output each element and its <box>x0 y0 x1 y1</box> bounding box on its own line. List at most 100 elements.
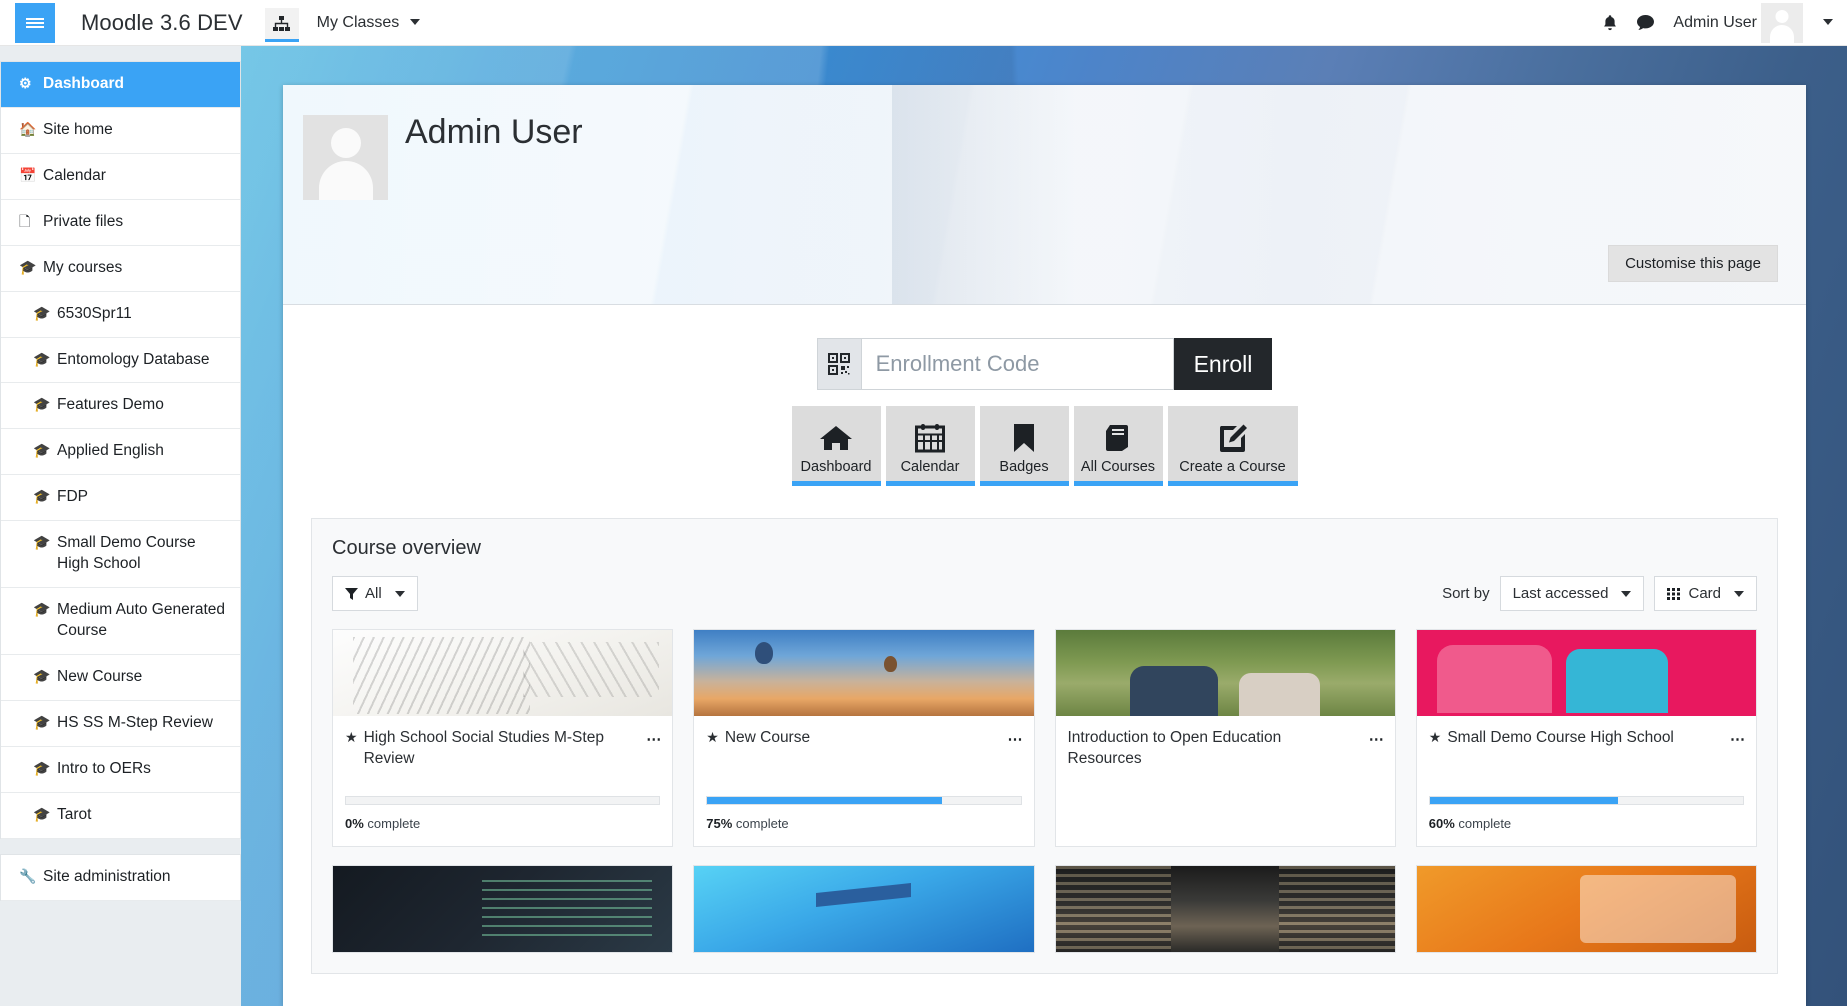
sidebar-course-features-demo[interactable]: 🎓 Features Demo <box>1 383 240 430</box>
site-brand[interactable]: Moodle 3.6 DEV <box>81 10 243 36</box>
course-card-body: ★ High School Social Studies M-Step Revi… <box>333 716 672 845</box>
progress-word: complete <box>735 816 789 831</box>
enroll-button[interactable]: Enroll <box>1173 338 1273 390</box>
sidebar-item-dashboard[interactable]: ⚙ Dashboard <box>1 62 240 108</box>
wrench-icon: 🔧 <box>19 867 37 884</box>
top-navbar: Moodle 3.6 DEV My Classes Admin User <box>0 0 1847 46</box>
sidebar-course-new-course[interactable]: 🎓 New Course <box>1 655 240 701</box>
progress-bar <box>706 796 1022 805</box>
course-card[interactable]: ★ High School Social Studies M-Step Revi… <box>332 629 674 847</box>
profile-avatar[interactable] <box>303 115 388 200</box>
course-menu-button[interactable]: ⋯ <box>1008 730 1024 750</box>
sidebar-item-label: My courses <box>43 258 123 276</box>
chevron-down-icon <box>1823 19 1833 26</box>
course-title: High School Social Studies M-Step Review <box>363 729 604 767</box>
sidebar-item-label: Entomology Database <box>57 350 210 368</box>
menu-toggle-button[interactable] <box>15 2 55 43</box>
filter-icon <box>345 587 358 600</box>
graduation-cap-icon: 🎓 <box>33 667 51 684</box>
enrollment-section: Enroll <box>283 338 1806 390</box>
course-card[interactable]: ★ New Course ⋯ 75% complete <box>693 629 1035 847</box>
sidebar-course-small-demo-course-high-school[interactable]: 🎓 Small Demo Course High School <box>1 521 240 589</box>
star-icon[interactable]: ★ <box>1429 728 1442 770</box>
sidebar-course-fdp[interactable]: 🎓 FDP <box>1 475 240 522</box>
chat-bubble-icon <box>1637 15 1655 30</box>
file-icon: 🗋 <box>19 212 31 229</box>
enrollment-code-input[interactable] <box>860 338 1174 390</box>
sidebar-course-intro-to-oers[interactable]: 🎓 Intro to OERs <box>1 747 240 793</box>
sidebar-item-my-courses[interactable]: 🎓 My courses <box>1 246 240 292</box>
qr-code-icon-box <box>816 338 861 390</box>
star-icon[interactable]: ★ <box>706 728 719 770</box>
course-card[interactable] <box>693 865 1035 953</box>
enrollment-form: Enroll <box>816 338 1273 390</box>
progress-label: 75% complete <box>706 816 1021 831</box>
sidebar-course-medium-auto-generated-course[interactable]: 🎓 Medium Auto Generated Course <box>1 588 240 655</box>
course-card[interactable]: ★ Small Demo Course High School ⋯ 60% co… <box>1415 629 1757 847</box>
graduation-cap-icon: 🎓 <box>33 805 51 822</box>
course-card[interactable] <box>1415 865 1757 953</box>
course-thumbnail <box>1055 866 1395 952</box>
book-icon <box>1103 418 1133 458</box>
customise-this-page-button[interactable]: Customise this page <box>1608 245 1778 282</box>
card-spacer <box>1068 770 1383 832</box>
course-menu-button[interactable]: ⋯ <box>1369 730 1385 750</box>
sidebar-item-calendar[interactable]: 📅 Calendar <box>1 154 240 200</box>
course-thumbnail <box>694 630 1034 716</box>
sidebar-course-6530spr11[interactable]: 🎓 6530Spr11 <box>1 292 240 338</box>
sort-by-label: Sort by <box>1442 585 1490 602</box>
tile-dashboard[interactable]: Dashboard <box>791 406 881 486</box>
tile-label: Create a Course <box>1179 459 1286 475</box>
sidebar-course-tarot[interactable]: 🎓 Tarot <box>1 793 240 839</box>
sidebar-item-site-administration[interactable]: 🔧 Site administration <box>1 855 240 901</box>
home-icon: 🏠 <box>19 120 37 137</box>
progress-label: 0% complete <box>345 816 660 831</box>
sidebar-item-label: HS SS M-Step Review <box>57 713 213 731</box>
avatar[interactable] <box>1761 2 1803 43</box>
notifications-button[interactable] <box>1602 14 1618 32</box>
sidebar-item-private-files[interactable]: 🗋 Private files <box>1 200 240 246</box>
course-overview-block: Course overview All Sort by Last accesse… <box>311 518 1778 974</box>
sidebar-divider <box>0 839 241 854</box>
messages-button[interactable] <box>1636 14 1655 31</box>
course-card[interactable] <box>332 865 674 953</box>
progress-percent: 75% <box>706 816 733 831</box>
calendar-icon <box>915 418 945 458</box>
username-label[interactable]: Admin User <box>1673 14 1757 32</box>
chevron-down-icon <box>1734 590 1744 597</box>
course-card-title-row: ★ Small Demo Course High School ⋯ <box>1429 728 1746 770</box>
star-icon[interactable]: ★ <box>345 728 358 770</box>
tile-label: Badges <box>999 459 1049 475</box>
sidebar-item-label: FDP <box>57 488 88 506</box>
quick-action-tiles: Dashboard Calendar Badges All Courses Cr… <box>283 406 1806 486</box>
course-card-title-row: ★ High School Social Studies M-Step Revi… <box>345 728 662 770</box>
sidebar-course-entomology-database[interactable]: 🎓 Entomology Database <box>1 338 240 384</box>
graduation-cap-icon: 🎓 <box>19 258 37 275</box>
sidebar-course-hs-ss-m-step-review[interactable]: 🎓 HS SS M-Step Review <box>1 701 240 747</box>
sidebar-course-applied-english[interactable]: 🎓 Applied English <box>1 429 240 476</box>
sort-dropdown[interactable]: Last accessed <box>1499 576 1645 611</box>
tile-label: Dashboard <box>800 459 872 475</box>
tile-badges[interactable]: Badges <box>979 406 1069 486</box>
tile-calendar[interactable]: Calendar <box>885 406 975 486</box>
bell-icon <box>1604 14 1617 30</box>
filter-dropdown[interactable]: All <box>332 576 418 611</box>
course-menu-button[interactable]: ⋯ <box>1730 730 1746 750</box>
course-title: New Course <box>724 729 811 746</box>
course-card-body: Introduction to Open Education Resources… <box>1056 716 1395 846</box>
sidebar-item-site-home[interactable]: 🏠 Site home <box>1 108 240 154</box>
tile-all-courses[interactable]: All Courses <box>1073 406 1163 486</box>
edit-pencil-icon <box>1218 418 1248 458</box>
course-thumbnail <box>694 866 1034 952</box>
course-card[interactable]: Introduction to Open Education Resources… <box>1054 629 1396 847</box>
sitemap-icon-button[interactable] <box>264 7 299 42</box>
my-classes-dropdown[interactable]: My Classes <box>317 14 420 32</box>
course-menu-button[interactable]: ⋯ <box>646 730 662 750</box>
course-title: Introduction to Open Education Resources <box>1067 729 1282 767</box>
view-mode-dropdown[interactable]: Card <box>1654 576 1757 611</box>
course-card[interactable] <box>1054 865 1396 953</box>
tile-create-a-course[interactable]: Create a Course <box>1167 406 1298 486</box>
user-menu-toggle[interactable] <box>1817 14 1833 32</box>
progress-word: complete <box>367 816 421 831</box>
sort-value: Last accessed <box>1512 585 1609 602</box>
